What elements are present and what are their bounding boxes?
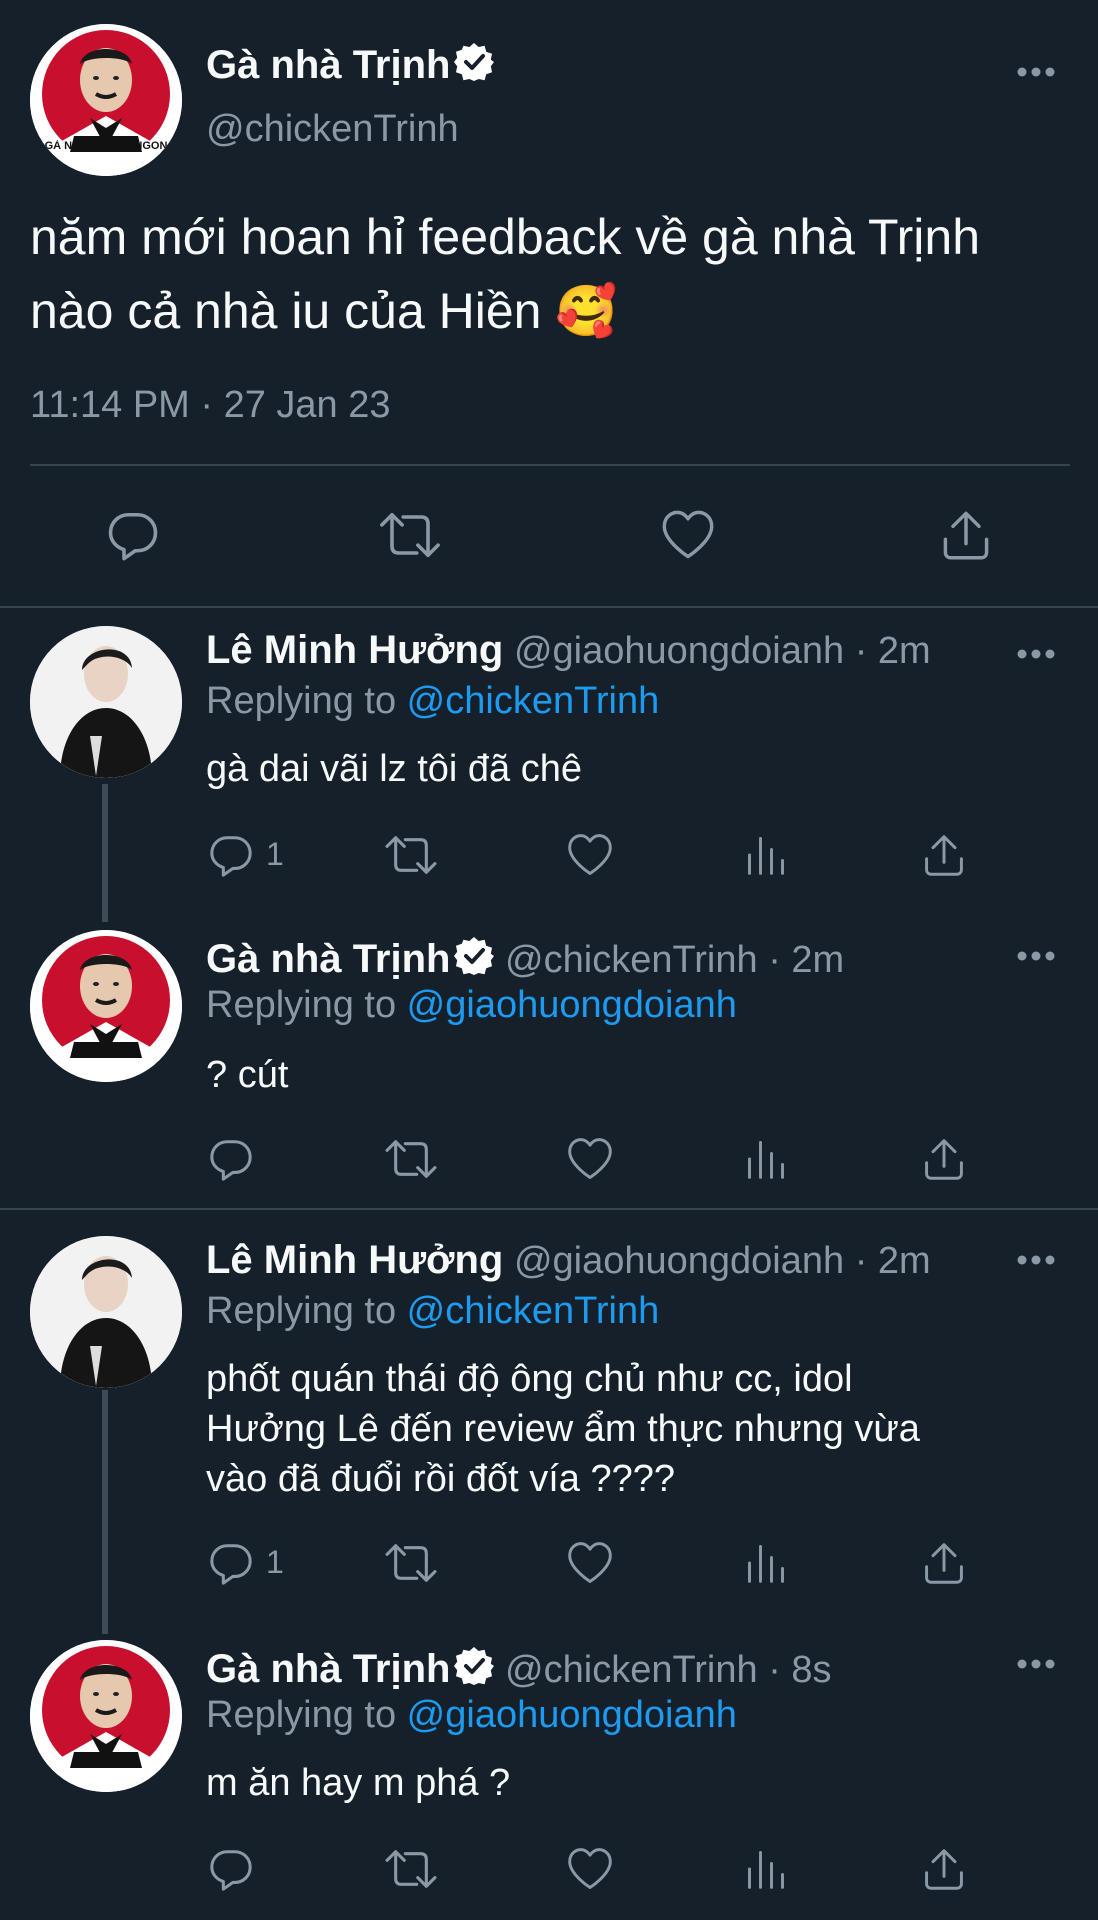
views-icon[interactable] [744,1540,788,1586]
verified-icon [454,42,494,82]
avatar[interactable] [30,1640,182,1792]
retweet-icon[interactable] [384,1540,438,1586]
replying-to-label: Replying to [206,1694,407,1736]
avatar[interactable] [30,626,182,778]
author-name[interactable]: Lê Minh Hưởng [206,628,503,672]
reply-text: m ăn hay m phá ? [206,1762,511,1804]
share-icon[interactable] [922,1136,966,1182]
more-options-icon[interactable] [1016,950,1056,962]
replying-to: Replying to @giaohuongdoianh [206,984,737,1027]
thread-connector [102,1390,108,1634]
reply-icon[interactable] [208,1540,254,1586]
reply-text-line: Hưởng Lê đến review ẩm thực nhưng vừa [206,1408,920,1450]
share-icon[interactable] [922,832,966,878]
share-icon[interactable] [940,508,992,562]
reply-actions: 1 [0,1540,1098,1590]
reply-text-line: phốt quán thái độ ông chủ như cc, idol [206,1358,853,1400]
author-name-text: Gà nhà Trịnh [206,43,451,87]
avatar-image [30,1236,182,1388]
tweet-actions [0,508,1098,568]
divider [0,606,1098,608]
replying-to-link[interactable]: @giaohuongdoianh [407,984,737,1026]
share-icon[interactable] [922,1846,966,1892]
reply-header: Gà nhà Trịnh @chickenTrinh · 8s [206,1646,832,1692]
more-options-icon[interactable] [1016,1254,1056,1266]
divider [30,464,1070,466]
reply-text-line: vào đã đuổi rồi đốt vía ???? [206,1458,676,1500]
avatar[interactable]: GÀ NHÀ TRỊNH : NGON [30,24,182,176]
share-icon[interactable] [922,1540,966,1586]
retweet-icon[interactable] [384,1136,438,1182]
author-handle[interactable]: @chickenTrinh [206,108,459,151]
reply-icon[interactable] [208,832,254,878]
avatar-caption: GÀ NHÀ TRỊNH : NGON [44,140,168,152]
reply-header: Gà nhà Trịnh @chickenTrinh · 2m [206,936,844,982]
replying-to-link[interactable]: @giaohuongdoianh [407,1694,737,1736]
retweet-icon[interactable] [384,832,438,878]
avatar-image [30,24,182,176]
author-meta[interactable]: @giaohuongdoianh · 2m [514,1240,931,1282]
author-name[interactable]: Gà nhà Trịnh [206,42,494,88]
avatar-image [30,1640,182,1792]
author-meta[interactable]: @giaohuongdoianh · 2m [514,630,931,672]
tweet-text-line: năm mới hoan hỉ feedback về gà nhà Trịnh [30,209,981,265]
author-name[interactable]: Gà nhà Trịnh [206,937,450,981]
avatar-image [30,626,182,778]
author-name[interactable]: Lê Minh Hưởng [206,1238,503,1282]
tweet-timestamp[interactable]: 11:14 PM · 27 Jan 23 [30,384,391,427]
author-meta[interactable]: @chickenTrinh · 8s [505,1649,832,1691]
views-icon[interactable] [744,1846,788,1892]
reply-header: Lê Minh Hưởng @giaohuongdoianh · 2m [206,1238,931,1283]
verified-icon [454,936,494,976]
reply-count: 1 [266,1544,284,1580]
like-icon[interactable] [566,832,614,878]
avatar[interactable] [30,1236,182,1388]
reply-icon[interactable] [208,1846,254,1892]
reply-text: ? cút [206,1054,289,1096]
like-icon[interactable] [566,1540,614,1586]
replying-to-label: Replying to [206,1290,407,1332]
reply-header: Lê Minh Hưởng @giaohuongdoianh · 2m [206,628,931,673]
reply-count: 1 [266,836,284,872]
avatar-image [30,930,182,1082]
avatar[interactable] [30,930,182,1082]
like-icon[interactable] [660,508,716,562]
verified-icon [454,1646,494,1686]
like-icon[interactable] [566,1846,614,1892]
reply-actions [0,1846,1098,1896]
retweet-icon[interactable] [384,1846,438,1892]
reply-icon[interactable] [208,1136,254,1182]
reply-text: phốt quán thái độ ông chủ như cc, idol H… [206,1354,920,1504]
tweet-text-line: nào cả nhà iu của Hiền 🥰 [30,283,618,339]
views-icon[interactable] [744,832,788,878]
divider [0,1208,1098,1210]
replying-to-link[interactable]: @chickenTrinh [407,680,660,722]
replying-to-link[interactable]: @chickenTrinh [407,1290,660,1332]
author-meta[interactable]: @chickenTrinh · 2m [505,939,844,981]
replying-to: Replying to @chickenTrinh [206,680,659,723]
reply-actions [0,1136,1098,1186]
like-icon[interactable] [566,1136,614,1182]
author-name[interactable]: Gà nhà Trịnh [206,1647,450,1691]
retweet-icon[interactable] [378,508,442,562]
reply-actions: 1 [0,832,1098,882]
replying-to: Replying to @giaohuongdoianh [206,1694,737,1737]
replying-to-label: Replying to [206,984,407,1026]
views-icon[interactable] [744,1136,788,1182]
more-options-icon[interactable] [1016,66,1056,78]
tweet-text: năm mới hoan hỉ feedback về gà nhà Trịnh… [30,200,980,348]
reply-icon[interactable] [106,508,160,562]
more-options-icon[interactable] [1016,1658,1056,1670]
reply-text: gà dai vãi lz tôi đã chê [206,748,583,790]
replying-to-label: Replying to [206,680,407,722]
more-options-icon[interactable] [1016,648,1056,660]
replying-to: Replying to @chickenTrinh [206,1290,659,1333]
